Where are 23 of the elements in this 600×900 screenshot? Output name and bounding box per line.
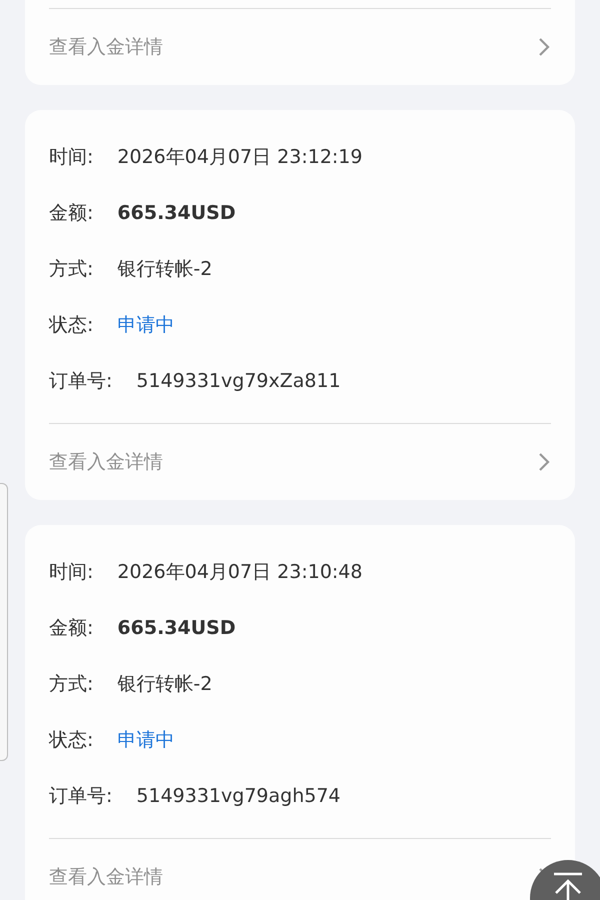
deposit-details-link[interactable]: 查看入金详情 xyxy=(49,864,163,890)
field-label: 订单号: xyxy=(49,784,112,809)
status-value: 申请中 xyxy=(117,728,174,753)
status-value: 申请中 xyxy=(117,313,174,338)
field-label: 时间: xyxy=(49,560,94,585)
field-label: 金额: xyxy=(49,201,94,226)
field-label: 方式: xyxy=(49,672,94,697)
field-value: 665.34USD xyxy=(117,617,236,639)
field-label: 状态: xyxy=(49,728,94,753)
field-value: 5149331vg79agh574 xyxy=(136,785,341,807)
field-label: 方式: xyxy=(49,257,94,282)
field-value: 银行转帐-2 xyxy=(117,672,212,697)
deposit-details-link[interactable]: 查看入金详情 xyxy=(49,449,163,475)
field-value: 2026年04月07日 23:12:19 xyxy=(117,145,362,170)
field-value: 665.34USD xyxy=(117,202,236,224)
field-label: 订单号: xyxy=(49,369,112,394)
field-label: 时间: xyxy=(49,145,94,170)
field-value: 银行转帐-2 xyxy=(117,257,212,282)
field-value: 5149331vg79xZa811 xyxy=(136,370,341,392)
field-label: 金额: xyxy=(49,616,94,641)
field-label: 状态: xyxy=(49,313,94,338)
field-value: 2026年04月07日 23:10:48 xyxy=(117,560,362,585)
deposit-details-link[interactable]: 查看入金详情 xyxy=(49,34,163,60)
